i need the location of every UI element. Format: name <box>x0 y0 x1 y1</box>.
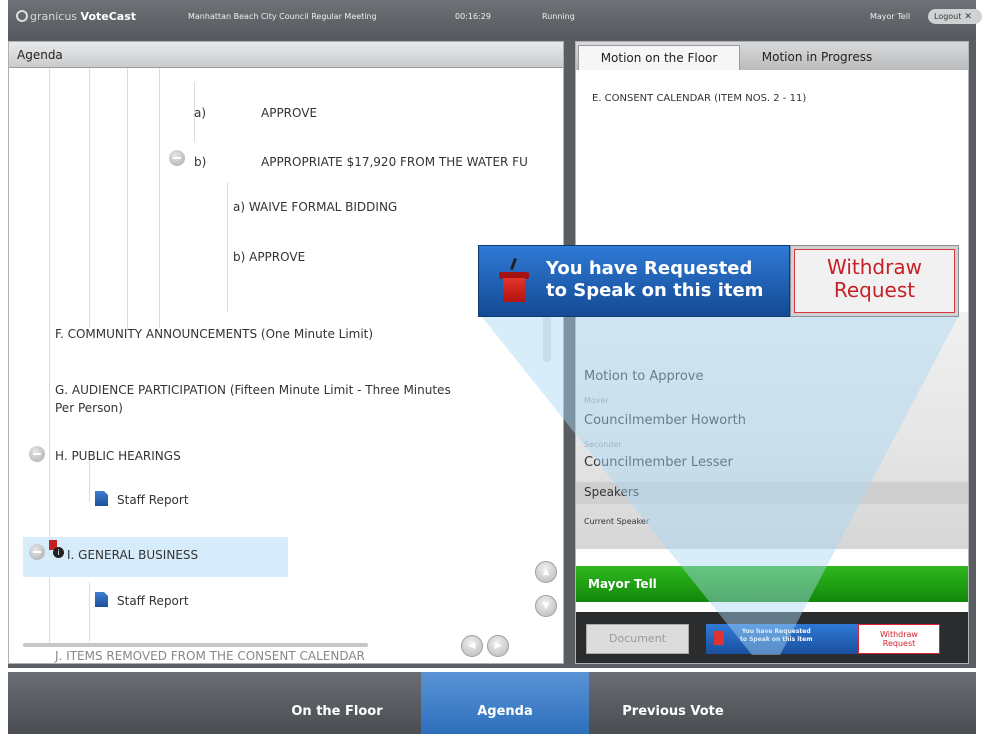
agenda-item-b-approve[interactable]: b) APPROVE <box>233 250 305 264</box>
info-badge-icon: i <box>53 547 64 558</box>
tree-line <box>49 317 50 647</box>
chevron-left-icon: ◀ <box>468 641 476 651</box>
tree-line <box>89 582 90 642</box>
meeting-title: Manhattan Beach City Council Regular Mee… <box>188 12 377 21</box>
agenda-item-b-letter[interactable]: b) <box>194 155 206 169</box>
agenda-item-i[interactable]: I. GENERAL BUSINESS <box>67 548 198 562</box>
tree-line <box>159 68 160 328</box>
logout-button[interactable]: Logout ✕ <box>928 9 982 24</box>
seconder-name: Councilmember Lesser <box>584 455 733 470</box>
tab-motion-on-floor[interactable]: Motion on the Floor <box>578 45 740 70</box>
motion-panel: Motion on the Floor Motion in Progress E… <box>575 41 969 664</box>
mini-request-status: You have Requested to Speak on this item … <box>706 624 940 654</box>
speaker-controls: Document You have Requested to Speak on t… <box>576 612 968 663</box>
collapse-toggle[interactable] <box>169 150 185 166</box>
document-button[interactable]: Document <box>586 624 689 654</box>
withdraw-request-face[interactable] <box>794 249 955 313</box>
speak-request-line1: You have Requested <box>546 258 753 279</box>
mini-withdraw-line2: Request <box>882 639 916 648</box>
podium-icon <box>714 631 724 645</box>
mover-caption: Mover <box>584 396 609 405</box>
agenda-item-appropriate[interactable]: APPROPRIATE $17,920 FROM THE WATER FU <box>261 155 528 169</box>
brand-name: VoteCast <box>80 10 137 23</box>
collapse-toggle[interactable] <box>29 446 45 462</box>
scroll-down-button[interactable]: ▼ <box>535 595 557 617</box>
motion-item-title: E. CONSENT CALENDAR (ITEM NOS. 2 - 11) <box>592 93 807 104</box>
meeting-clock: 00:16:29 <box>455 12 491 21</box>
mini-withdraw-line1: Withdraw <box>880 630 918 639</box>
user-name: Mayor Tell <box>870 12 911 21</box>
nav-on-the-floor[interactable]: On the Floor <box>253 672 421 734</box>
scroll-right-button[interactable]: ▶ <box>487 635 509 657</box>
mini-request-line2: to Speak on this item <box>740 636 813 643</box>
agenda-item-g-line2[interactable]: Per Person) <box>55 401 123 415</box>
agenda-panel: Agenda a) APPROVE b) APPROPRIATE $17,920… <box>8 41 564 664</box>
mini-request-indicator: You have Requested to Speak on this item <box>706 624 858 654</box>
agenda-item-a-letter[interactable]: a) <box>194 106 206 120</box>
tree-line <box>127 68 128 328</box>
chevron-down-icon: ▼ <box>542 601 550 611</box>
agenda-header: Agenda <box>9 42 563 68</box>
agenda-item-j[interactable]: J. ITEMS REMOVED FROM THE CONSENT CALEND… <box>55 649 365 663</box>
agenda-item-h-staff-report[interactable]: Staff Report <box>117 493 189 507</box>
top-bar: granicus VoteCast Manhattan Beach City C… <box>8 0 982 40</box>
current-speaker-name: Mayor Tell <box>576 566 968 602</box>
mini-withdraw-button[interactable]: Withdraw Request <box>858 624 940 654</box>
agenda-item-h[interactable]: H. PUBLIC HEARINGS <box>55 449 181 463</box>
agenda-item-approve[interactable]: APPROVE <box>261 106 317 120</box>
tree-line <box>89 457 90 502</box>
brand-logo: granicus VoteCast <box>16 10 136 23</box>
tree-line <box>49 68 50 328</box>
podium-icon <box>499 257 529 304</box>
close-icon: ✕ <box>964 12 972 22</box>
logout-label: Logout <box>934 12 962 21</box>
document-icon <box>95 592 108 607</box>
scroll-up-button[interactable]: ▲ <box>535 561 557 583</box>
tree-line <box>227 182 228 312</box>
current-speaker-label: Current Speaker <box>584 517 650 526</box>
brand-prefix: granicus <box>30 10 78 23</box>
seconder-caption: Seconder <box>584 440 622 449</box>
motion-tabs: Motion on the Floor Motion in Progress <box>576 42 968 70</box>
document-icon <box>95 491 108 506</box>
nav-agenda[interactable]: Agenda <box>421 672 589 734</box>
chevron-right-icon: ▶ <box>494 641 502 651</box>
bottom-navigation: On the Floor Agenda Previous Vote <box>8 672 976 734</box>
speak-request-callout: You have Requested to Speak on this item … <box>478 245 959 317</box>
speak-request-line2: to Speak on this item <box>546 280 764 301</box>
tree-line <box>89 68 90 328</box>
motion-label: Motion to Approve <box>584 369 704 384</box>
scroll-left-button[interactable]: ◀ <box>461 635 483 657</box>
agenda-item-g-line1[interactable]: G. AUDIENCE PARTICIPATION (Fifteen Minut… <box>55 383 451 397</box>
speakers-label: Speakers <box>584 485 640 499</box>
agenda-item-waive-bidding[interactable]: a) WAIVE FORMAL BIDDING <box>233 200 397 214</box>
motion-details-area <box>576 312 968 549</box>
granicus-logo-icon <box>16 10 28 22</box>
horizontal-scrollbar[interactable] <box>23 643 368 647</box>
withdraw-request-button[interactable] <box>790 245 959 317</box>
mover-name: Councilmember Howorth <box>584 413 746 428</box>
speak-request-text: You have Requested to Speak on this item <box>546 258 763 302</box>
speak-request-indicator: You have Requested to Speak on this item <box>478 245 790 317</box>
meeting-status: Running <box>542 12 575 21</box>
agenda-item-f[interactable]: F. COMMUNITY ANNOUNCEMENTS (One Minute L… <box>55 327 373 341</box>
mini-request-line1: You have Requested <box>741 628 811 635</box>
collapse-toggle[interactable] <box>29 544 45 560</box>
chevron-up-icon: ▲ <box>542 567 550 577</box>
tab-motion-in-progress[interactable]: Motion in Progress <box>742 45 892 70</box>
agenda-item-i-staff-report[interactable]: Staff Report <box>117 594 189 608</box>
nav-previous-vote[interactable]: Previous Vote <box>589 672 757 734</box>
